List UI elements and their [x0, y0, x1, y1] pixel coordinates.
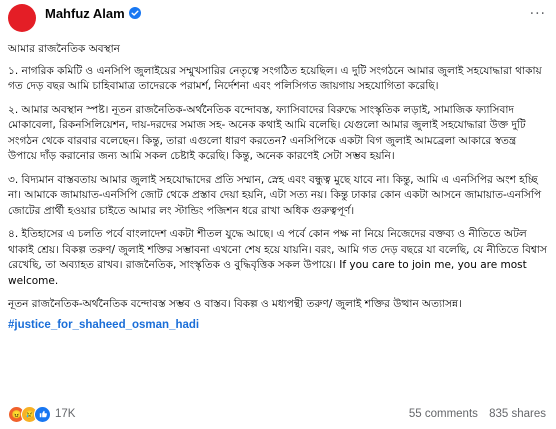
post-footer: 😠 😢 17K 55 comments 835 shares	[8, 404, 546, 424]
post-paragraph-1: ১. নাগরিক কমিটি ও এনসিপি জুলাইয়ের সম্মু…	[8, 64, 542, 93]
reaction-count: 17K	[55, 408, 76, 420]
author-avatar[interactable]	[8, 4, 36, 32]
verified-badge-icon	[128, 7, 141, 19]
post-title: আমার রাজনৈতিক অবস্থান	[8, 43, 120, 55]
author-name-row: Mahfuz Alam	[45, 6, 141, 21]
post-paragraph-3: ৩. বিদ্যমান বাস্তবতায় আমার জুলাই সহযোদ্…	[8, 173, 542, 217]
post-body: আমার রাজনৈতিক অবস্থান ১. নাগরিক কমিটি ও …	[8, 42, 548, 331]
more-options-icon[interactable]: ···	[530, 6, 546, 22]
engagement-stats: 55 comments 835 shares	[401, 408, 546, 420]
post-header: Mahfuz Alam	[8, 2, 141, 34]
shares-count-link[interactable]: 835 shares	[489, 408, 546, 420]
author-name[interactable]: Mahfuz Alam	[45, 6, 125, 21]
reactions-summary[interactable]: 😠 😢 17K	[8, 405, 76, 423]
post-paragraph-4: ৪. ইতিহাসের এ চলতি পর্বে বাংলাদেশ একটা শ…	[8, 228, 547, 287]
comments-count-link[interactable]: 55 comments	[409, 408, 478, 420]
hashtag-link[interactable]: #justice_for_shaheed_osman_hadi	[8, 319, 548, 331]
like-reaction-icon	[34, 405, 51, 423]
post-paragraph-2: ২. আমার অবস্থান স্পষ্ট। নূতন রাজনৈতিক-অর…	[8, 103, 526, 163]
post-closing-paragraph: নূতন রাজনৈতিক-অর্থনৈতিক বন্দোবস্ত সম্ভব …	[8, 298, 462, 310]
facebook-post: Mahfuz Alam ··· আমার রাজনৈতিক অবস্থান ১.…	[0, 0, 556, 429]
